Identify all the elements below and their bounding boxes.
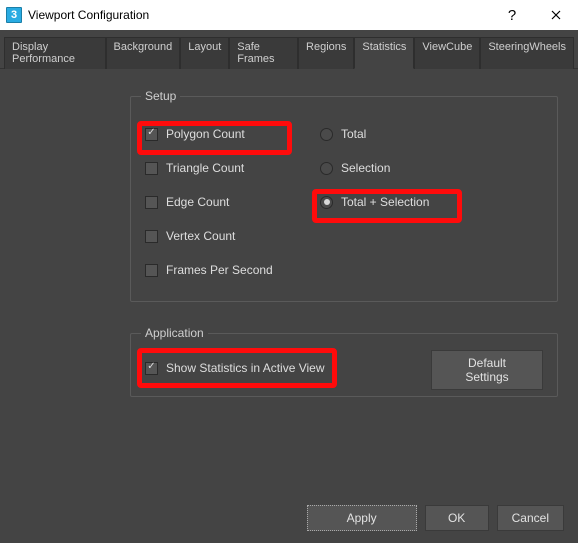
tab-layout[interactable]: Layout — [180, 37, 229, 69]
label-triangle-count: Triangle Count — [166, 161, 244, 175]
window-title: Viewport Configuration — [28, 8, 490, 22]
tab-content: Setup Polygon Count Total Triangle Count — [0, 69, 578, 397]
radio-total[interactable] — [320, 128, 333, 141]
help-button[interactable]: ? — [490, 0, 534, 30]
radio-total-selection[interactable] — [320, 196, 333, 209]
setup-group: Setup Polygon Count Total Triangle Count — [130, 89, 558, 302]
tabbar: Display Performance Background Layout Sa… — [0, 30, 578, 69]
checkbox-polygon-count[interactable] — [145, 128, 158, 141]
checkbox-fps[interactable] — [145, 264, 158, 277]
application-group: Application Default Settings Show Statis… — [130, 326, 558, 397]
tab-display-performance[interactable]: Display Performance — [4, 37, 106, 69]
dialog-window: 3 Viewport Configuration ? Display Perfo… — [0, 0, 578, 543]
apply-button[interactable]: Apply — [307, 505, 417, 531]
checkbox-show-stats[interactable] — [145, 362, 158, 375]
titlebar: 3 Viewport Configuration ? — [0, 0, 578, 30]
dialog-footer: Apply OK Cancel — [307, 505, 564, 531]
cancel-button[interactable]: Cancel — [497, 505, 564, 531]
label-total: Total — [341, 127, 366, 141]
application-legend: Application — [141, 326, 208, 340]
label-fps: Frames Per Second — [166, 263, 273, 277]
tab-steeringwheels[interactable]: SteeringWheels — [480, 37, 574, 69]
setup-legend: Setup — [141, 89, 180, 103]
label-show-stats: Show Statistics in Active View — [166, 361, 325, 375]
ok-button[interactable]: OK — [425, 505, 489, 531]
label-total-selection: Total + Selection — [341, 195, 429, 209]
tab-regions[interactable]: Regions — [298, 37, 354, 69]
label-selection: Selection — [341, 161, 390, 175]
checkbox-vertex-count[interactable] — [145, 230, 158, 243]
tab-statistics[interactable]: Statistics — [354, 37, 414, 69]
checkbox-triangle-count[interactable] — [145, 162, 158, 175]
tab-viewcube[interactable]: ViewCube — [414, 37, 480, 69]
checkbox-edge-count[interactable] — [145, 196, 158, 209]
radio-selection[interactable] — [320, 162, 333, 175]
label-polygon-count: Polygon Count — [166, 127, 245, 141]
close-icon — [551, 10, 561, 20]
app-icon: 3 — [6, 7, 22, 23]
close-button[interactable] — [534, 0, 578, 30]
label-edge-count: Edge Count — [166, 195, 229, 209]
tab-background[interactable]: Background — [106, 37, 181, 69]
label-vertex-count: Vertex Count — [166, 229, 235, 243]
tab-safe-frames[interactable]: Safe Frames — [229, 37, 298, 69]
